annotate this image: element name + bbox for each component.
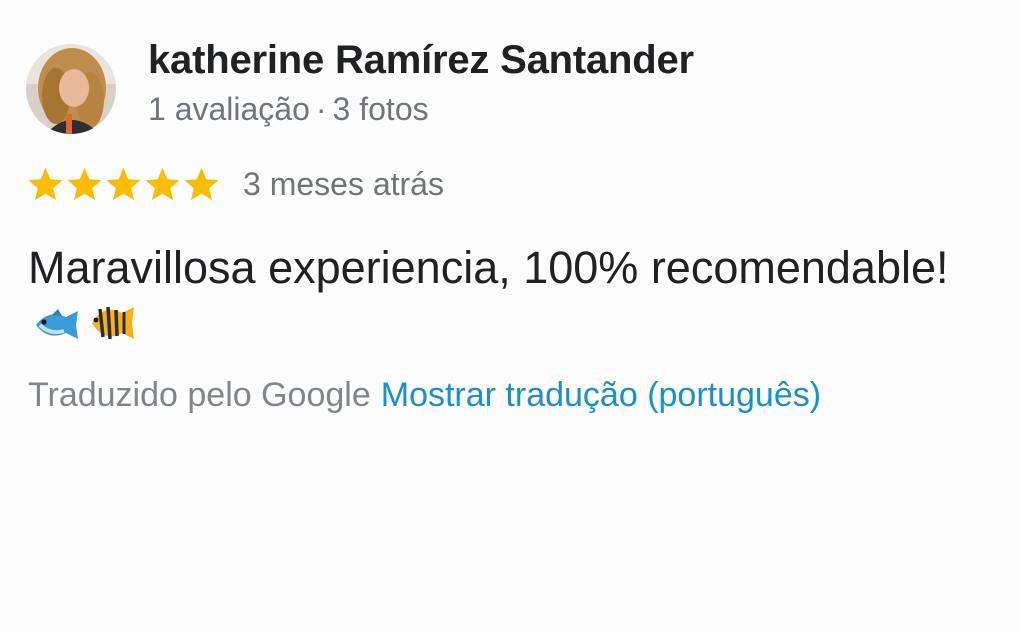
reviews-count: 1 avaliação [148, 91, 310, 127]
tropical-fish-icon [86, 301, 136, 358]
fish-icon [32, 302, 82, 358]
photos-count: 3 fotos [332, 91, 429, 127]
star-icon [26, 165, 65, 204]
star-icon [182, 165, 221, 204]
review-time: 3 meses atrás [243, 165, 444, 202]
star-rating [26, 165, 221, 204]
review-card: katherine Ramírez Santander 1 avaliação ·… [0, 0, 1020, 631]
avatar[interactable] [26, 44, 116, 134]
translation-row: Traduzido pelo Google Mostrar tradução (p… [28, 376, 821, 415]
star-icon [143, 165, 182, 204]
translated-by-label: Traduzido pelo Google [28, 376, 371, 414]
star-icon [65, 165, 104, 204]
show-translation-link[interactable]: Mostrar tradução (português) [381, 376, 821, 414]
author-name[interactable]: katherine Ramírez Santander [148, 38, 694, 83]
star-icon [104, 165, 143, 204]
author-meta: 1 avaliação · 3 fotos [148, 91, 429, 128]
meta-separator: · [315, 91, 327, 127]
review-text: Maravillosa experiencia, 100% recomendab… [28, 240, 968, 358]
rating-row: 3 meses atrás [26, 162, 444, 206]
review-body: Maravillosa experiencia, 100% recomendab… [28, 242, 949, 293]
